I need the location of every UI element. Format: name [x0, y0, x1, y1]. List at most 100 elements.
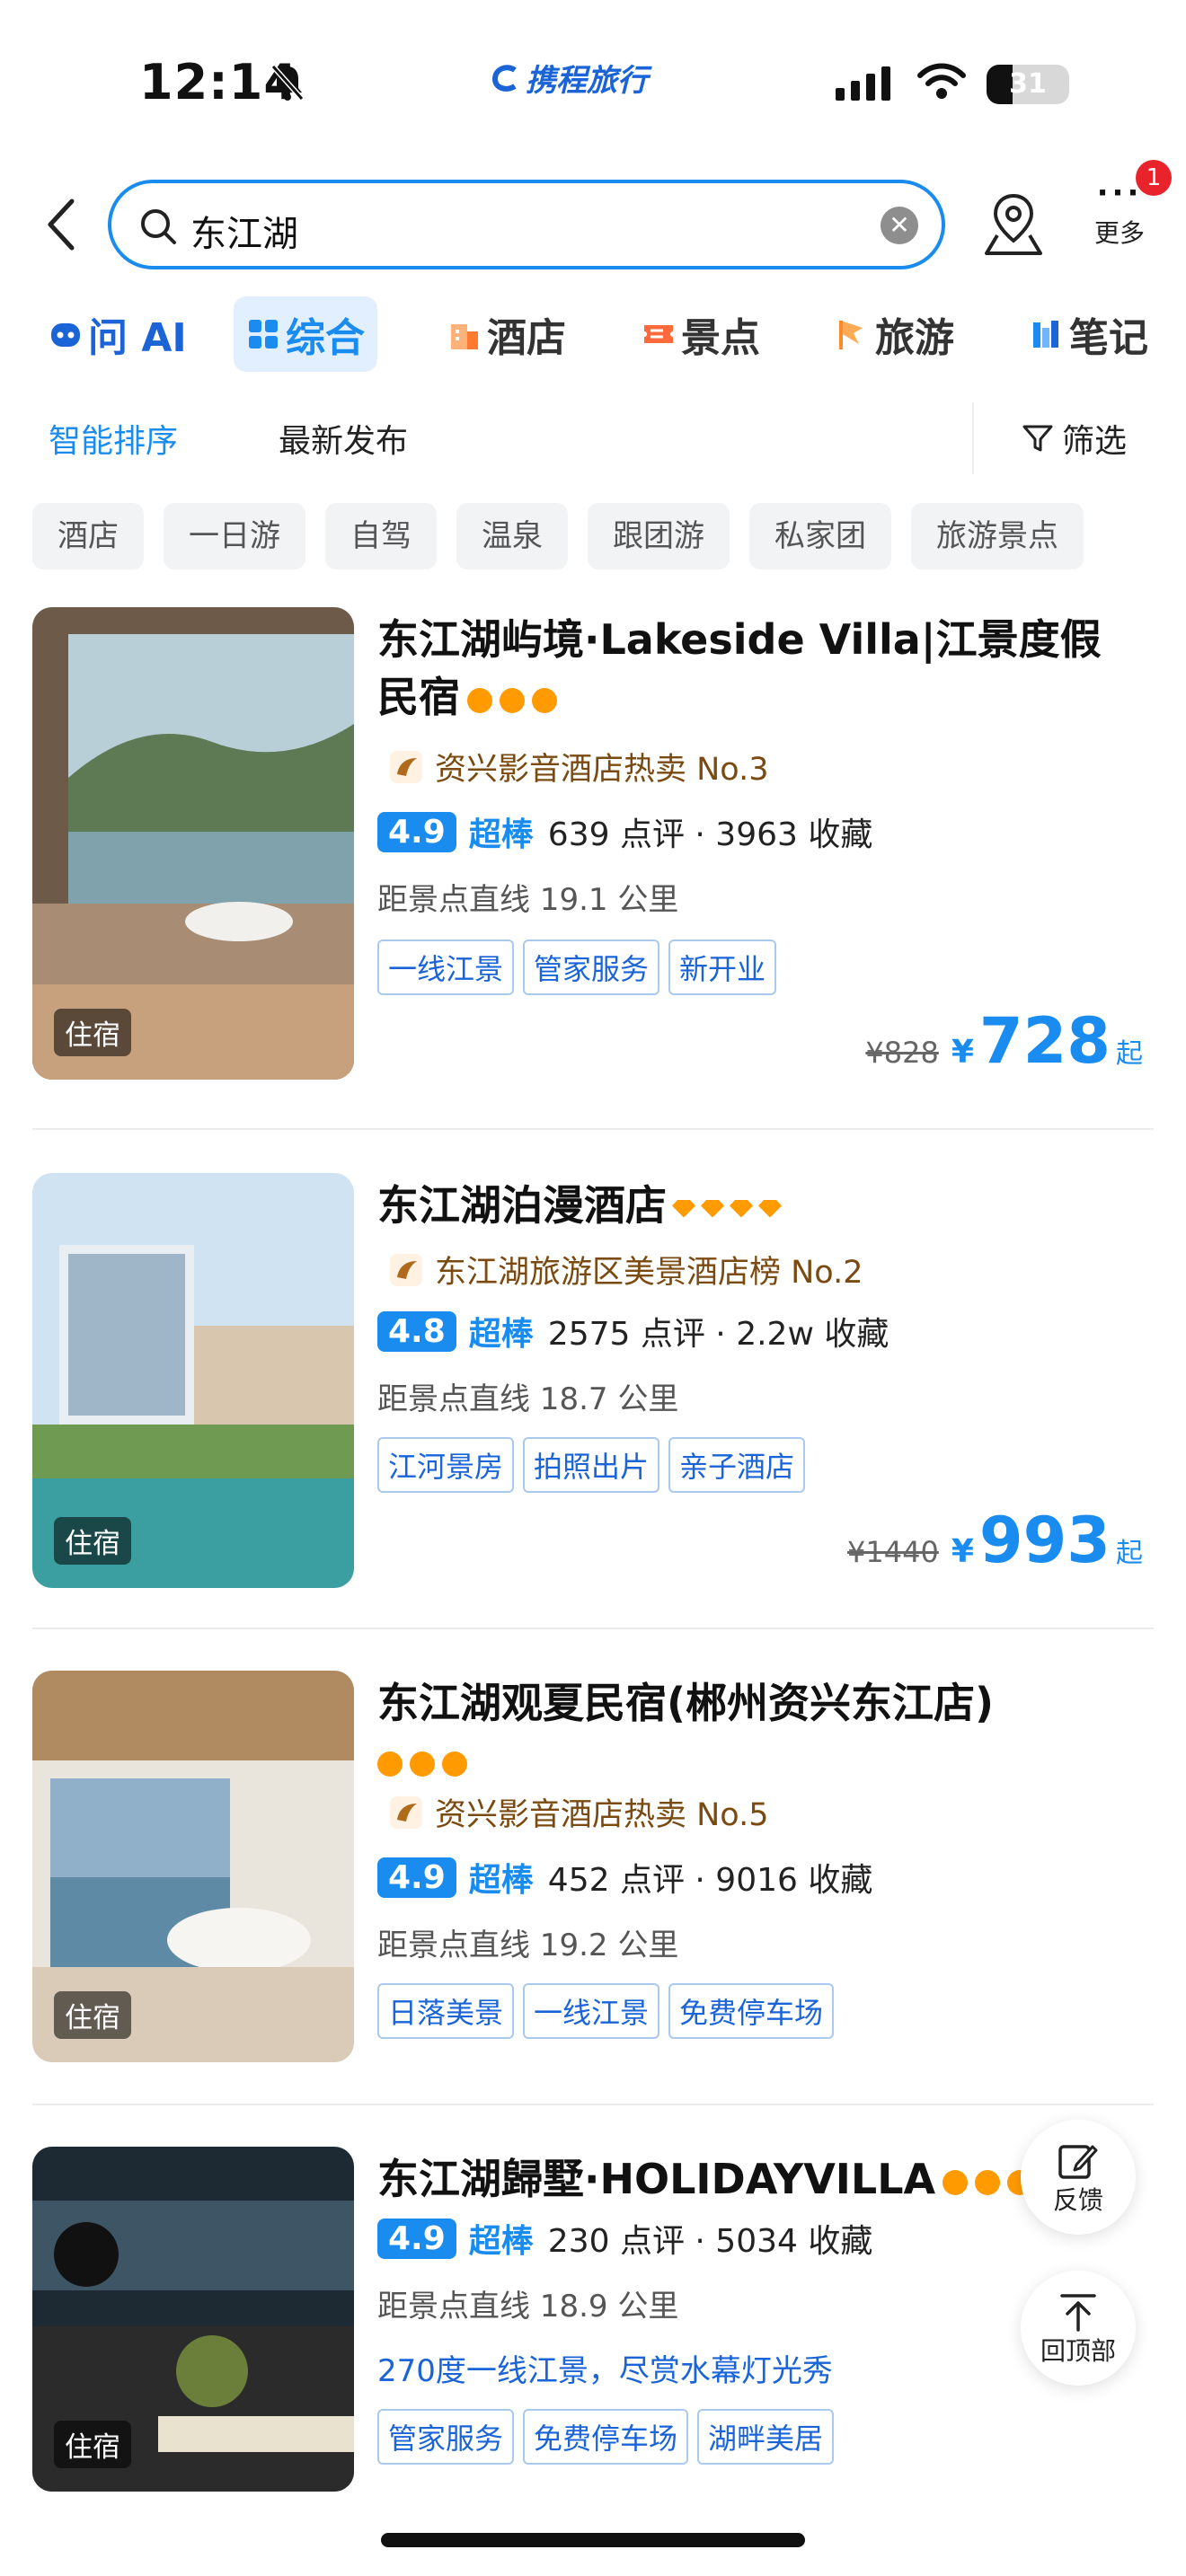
feature-tag: 日落美景	[377, 1983, 515, 2039]
score-word: 超棒	[468, 2223, 534, 2260]
map-pin-icon	[985, 193, 1042, 255]
tab-label: 综合	[286, 315, 365, 361]
bell-muted-icon	[270, 63, 305, 106]
rating-diamonds	[667, 1181, 782, 1230]
listing-card[interactable]: 住宿 东江湖观夏民宿(郴州资兴东江店) 资兴影音酒店热卖 No.5 4.9 超棒…	[0, 1671, 1186, 2062]
arrow-up-icon	[1060, 2294, 1096, 2332]
listing-photo: 住宿	[32, 1173, 354, 1588]
search-input[interactable]: 东江湖 ✕	[108, 180, 945, 269]
wifi-icon	[916, 61, 967, 104]
rating-row: 4.9 超棒 639 点评 · 3963 收藏	[377, 808, 872, 855]
tab-travel[interactable]: 旅游	[823, 296, 967, 372]
search-query: 东江湖	[190, 214, 298, 255]
map-location-button[interactable]	[981, 190, 1046, 262]
back-button[interactable]	[43, 196, 79, 257]
tab-notes[interactable]: 笔记	[1017, 296, 1161, 372]
rating-row: 4.9 超棒 452 点评 · 9016 收藏	[377, 1854, 872, 1901]
tab-label: 问 AI	[88, 315, 187, 361]
notes-icon	[1033, 321, 1058, 348]
hotel-icon	[451, 324, 478, 349]
rating-row: 4.8 超棒 2575 点评 · 2.2w 收藏	[377, 1308, 889, 1354]
feature-tag: 一线江景	[523, 1983, 660, 2039]
currency-symbol: ¥	[951, 1034, 974, 1071]
chip[interactable]: 自驾	[325, 503, 437, 569]
cellular-signal-icon	[836, 66, 890, 101]
feedback-button[interactable]: 反馈	[1021, 2120, 1136, 2235]
original-price: ¥828	[865, 1036, 939, 1070]
price-suffix: 起	[1116, 1538, 1143, 1569]
rating-dots	[935, 2155, 1033, 2203]
ranking-badge[interactable]: 资兴影音酒店热卖 No.3	[386, 744, 769, 790]
tab-ask-ai[interactable]: 问 AI	[36, 296, 199, 372]
feature-tag: 拍照出片	[523, 1437, 660, 1493]
chip[interactable]: 旅游景点	[911, 503, 1084, 569]
rank-text: 东江湖旅游区美景酒店榜 No.2	[435, 1255, 863, 1291]
tab-label: 景点	[681, 315, 760, 361]
tab-overview[interactable]: 综合	[234, 296, 377, 372]
trophy-ribbon-icon	[390, 750, 422, 783]
ranking-badge[interactable]: 资兴影音酒店热卖 No.5	[386, 1789, 769, 1835]
chevron-left-icon	[48, 198, 75, 251]
listing-description: 270度一线江景，尽赏水幕灯光秀	[377, 2353, 833, 2389]
listing-photo: 住宿	[32, 607, 354, 1080]
review-stats: 230 点评 · 5034 收藏	[547, 2223, 873, 2260]
review-stats: 452 点评 · 9016 收藏	[547, 1862, 873, 1899]
notification-badge: 1	[1136, 160, 1172, 196]
feature-tag: 免费停车场	[668, 1983, 835, 2039]
rank-text: 资兴影音酒店热卖 No.3	[435, 752, 769, 788]
review-stats: 2575 点评 · 2.2w 收藏	[547, 1316, 890, 1353]
chip[interactable]: 跟团游	[588, 503, 730, 569]
tab-attractions[interactable]: 景点	[629, 296, 773, 372]
back-to-top-button[interactable]: 回顶部	[1021, 2271, 1136, 2386]
score-word: 超棒	[468, 1862, 534, 1899]
review-stats: 639 点评 · 3963 收藏	[547, 816, 873, 853]
category-tabs: 问 AI 综合 酒店 景点 旅游 笔记	[0, 296, 1186, 377]
sort-latest[interactable]: 最新发布	[279, 415, 408, 462]
listing-card[interactable]: 住宿 东江湖歸墅·HOLIDAYVILLA 4.9 超棒 230 点评 · 50…	[0, 2147, 1186, 2492]
category-label: 住宿	[54, 1517, 131, 1565]
chip[interactable]: 温泉	[456, 503, 568, 569]
ranking-badge[interactable]: 东江湖旅游区美景酒店榜 No.2	[386, 1247, 863, 1292]
feature-tag: 江河景房	[377, 1437, 515, 1493]
listing-card[interactable]: 住宿 东江湖泊漫酒店 东江湖旅游区美景酒店榜 No.2 4.8 超棒 2575 …	[0, 1173, 1186, 1588]
listing-title: 东江湖泊漫酒店	[377, 1177, 1123, 1234]
chip[interactable]: 私家团	[749, 503, 891, 569]
more-menu-button[interactable]: ··· 更多 1	[1087, 160, 1172, 250]
search-icon	[141, 209, 176, 244]
tag-list: 管家服务 免费停车场 湖畔美居	[377, 2409, 835, 2465]
chip[interactable]: 酒店	[32, 503, 144, 569]
listing-card[interactable]: 住宿 东江湖屿境·Lakeside Villa|江景度假民宿 资兴影音酒店热卖 …	[0, 607, 1186, 1080]
feature-tag: 亲子酒店	[668, 1437, 806, 1493]
price-block: ¥1440 ¥ 993 起	[847, 1509, 1143, 1572]
tab-label: 笔记	[1069, 315, 1148, 361]
more-label: 更多	[1093, 218, 1145, 248]
tag-list: 日落美景 一线江景 免费停车场	[377, 1983, 835, 2039]
distance-text: 距景点直线 18.7 公里	[377, 1381, 679, 1417]
tab-hotel[interactable]: 酒店	[435, 296, 579, 372]
divider	[972, 402, 974, 474]
current-price: 993	[978, 1504, 1111, 1577]
trophy-ribbon-icon	[390, 1795, 422, 1829]
filter-button[interactable]: 筛选	[1021, 415, 1127, 462]
battery-percent: 31	[1009, 68, 1047, 100]
feature-tag: 免费停车场	[523, 2409, 689, 2465]
price-suffix: 起	[1116, 1038, 1143, 1070]
price-block: ¥828 ¥ 728 起	[865, 1010, 1143, 1072]
ticket-icon	[644, 325, 673, 343]
score-word: 超棒	[468, 816, 534, 853]
category-label: 住宿	[54, 1009, 131, 1056]
listing-photo: 住宿	[32, 2147, 354, 2492]
score-word: 超棒	[468, 1316, 534, 1353]
brand-text: 携程旅行	[526, 63, 648, 99]
home-indicator	[381, 2533, 805, 2547]
clear-search-button[interactable]: ✕	[881, 207, 918, 244]
grid-icon	[249, 320, 278, 348]
sort-smart[interactable]: 智能排序	[49, 415, 178, 462]
score-badge: 4.9	[377, 1857, 456, 1898]
chip[interactable]: 一日游	[164, 503, 305, 569]
score-badge: 4.8	[377, 1310, 456, 1352]
battery-indicator: 31	[987, 65, 1069, 104]
listing-title: 东江湖歸墅·HOLIDAYVILLA	[377, 2150, 1123, 2208]
tag-list: 一线江景 管家服务 新开业	[377, 940, 777, 995]
rank-text: 资兴影音酒店热卖 No.5	[435, 1797, 769, 1833]
